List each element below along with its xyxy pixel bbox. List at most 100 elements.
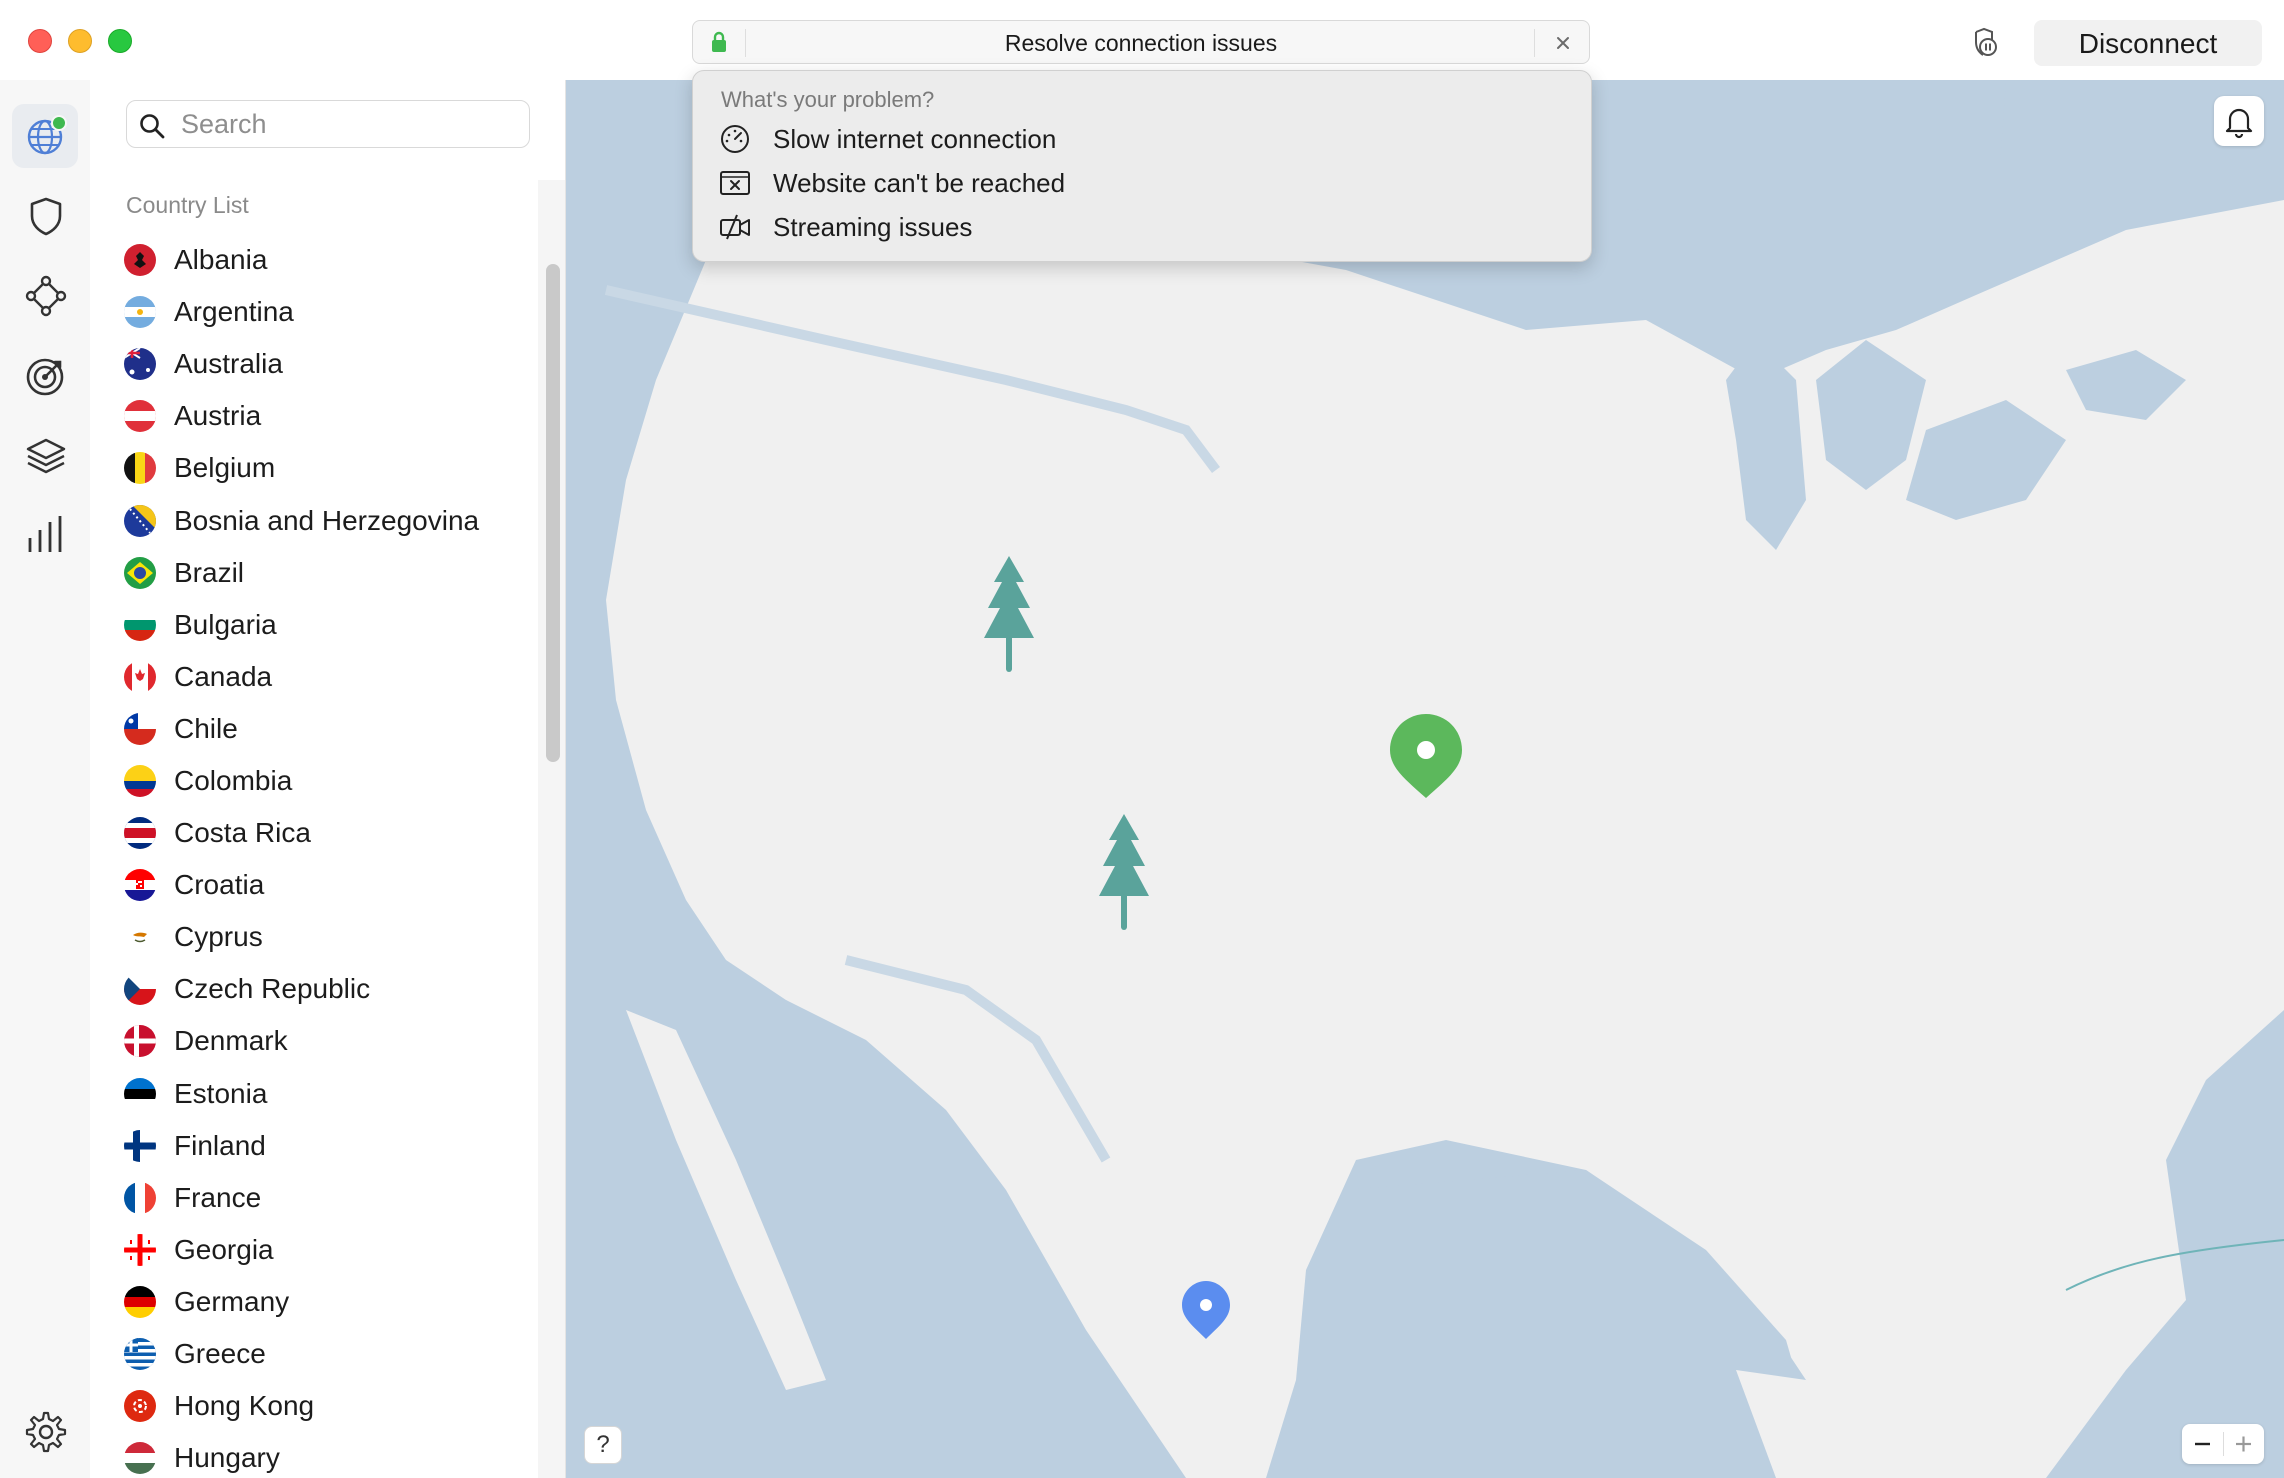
tree-icon xyxy=(984,556,1034,672)
nav-rail xyxy=(0,80,90,1478)
flag-australia-icon xyxy=(124,348,156,381)
notifications-button[interactable] xyxy=(2214,96,2264,146)
country-name: Denmark xyxy=(174,1025,288,1057)
speedometer-icon xyxy=(721,125,749,153)
country-item-finland[interactable]: Finland xyxy=(122,1120,522,1172)
country-item-denmark[interactable]: Denmark xyxy=(122,1015,522,1067)
country-name: Croatia xyxy=(174,869,265,901)
window-maximize-button[interactable] xyxy=(108,29,132,53)
country-name: Chile xyxy=(174,712,238,744)
flag-estonia-icon xyxy=(124,1077,156,1110)
layers-icon[interactable] xyxy=(24,434,68,478)
window-close-button[interactable] xyxy=(28,29,52,53)
flag-georgia-icon xyxy=(124,1233,156,1266)
country-name: Belgium xyxy=(174,452,276,484)
target-icon[interactable] xyxy=(24,354,68,398)
country-item-argentina[interactable]: Argentina xyxy=(122,286,522,338)
country-name: Finland xyxy=(174,1129,266,1161)
country-item-hong-kong[interactable]: Hong Kong xyxy=(122,1380,522,1432)
flag-costa-rica-icon xyxy=(124,817,156,850)
problem-heading: What's your problem? xyxy=(721,87,935,112)
country-item-bulgaria[interactable]: Bulgaria xyxy=(122,599,522,651)
problem-dropdown: What's your problem? Slow internet conne… xyxy=(692,70,1592,262)
map-view[interactable] xyxy=(566,80,2284,1478)
scrollbar-track[interactable] xyxy=(538,180,565,1478)
settings-icon[interactable] xyxy=(24,1410,68,1454)
globe-icon[interactable] xyxy=(24,114,68,158)
country-name: Brazil xyxy=(174,556,245,588)
country-item-estonia[interactable]: Estonia xyxy=(122,1068,522,1120)
country-item-colombia[interactable]: Colombia xyxy=(122,755,522,807)
country-item-costa-rica[interactable]: Costa Rica xyxy=(122,807,522,859)
country-name: Australia xyxy=(174,348,283,380)
flag-denmark-icon xyxy=(124,1025,156,1058)
resolve-connection-bar[interactable]: Resolve connection issues xyxy=(692,20,1590,64)
problem-label: Slow internet connection xyxy=(773,123,1057,154)
flag-canada-icon xyxy=(124,660,156,693)
flag-chile-icon xyxy=(124,712,156,745)
pause-protection-icon[interactable] xyxy=(1966,26,2000,60)
country-name: Greece xyxy=(174,1338,266,1370)
country-item-croatia[interactable]: Croatia xyxy=(122,859,522,911)
country-item-georgia[interactable]: Georgia xyxy=(122,1224,522,1276)
scrollbar-thumb[interactable] xyxy=(546,264,560,762)
country-item-germany[interactable]: Germany xyxy=(122,1276,522,1328)
country-name: Bosnia and Herzegovina xyxy=(174,504,480,536)
connected-location-pin-icon[interactable] xyxy=(1384,710,1468,804)
lock-icon xyxy=(712,31,726,52)
stats-icon[interactable] xyxy=(24,512,68,556)
country-list-heading: Country List xyxy=(126,192,249,218)
country-item-france[interactable]: France xyxy=(122,1172,522,1224)
zoom-in-button[interactable] xyxy=(2223,1424,2264,1464)
flag-brazil-icon xyxy=(124,556,156,589)
country-list: Albania Argentina Australia Austria Belg… xyxy=(122,234,522,1478)
country-item-czech[interactable]: Czech Republic xyxy=(122,963,522,1015)
flag-bulgaria-icon xyxy=(124,608,156,641)
zoom-out-button[interactable] xyxy=(2182,1424,2223,1464)
country-name: Germany xyxy=(174,1285,290,1317)
country-name: Hungary xyxy=(174,1442,280,1474)
country-name: Austria xyxy=(174,400,262,432)
flag-greece-icon xyxy=(124,1338,156,1371)
problem-label: Website can't be reached xyxy=(773,167,1066,198)
flag-bosnia-icon xyxy=(124,504,156,537)
flag-argentina-icon xyxy=(124,296,156,329)
close-icon[interactable] xyxy=(1551,31,1575,55)
country-item-austria[interactable]: Austria xyxy=(122,390,522,442)
country-item-hungary[interactable]: Hungary xyxy=(122,1432,522,1478)
problem-slow-connection[interactable]: Slow internet connection xyxy=(719,121,1559,157)
help-button[interactable]: ? xyxy=(584,1426,622,1464)
shield-icon[interactable] xyxy=(24,194,68,238)
problem-streaming[interactable]: Streaming issues xyxy=(719,209,1559,245)
server-location-pin-icon[interactable] xyxy=(1178,1278,1234,1344)
divider xyxy=(745,29,746,57)
country-item-brazil[interactable]: Brazil xyxy=(122,547,522,599)
country-name: Costa Rica xyxy=(174,817,311,849)
country-item-greece[interactable]: Greece xyxy=(122,1328,522,1380)
country-sidebar: Country List Albania Argentina Australia… xyxy=(90,80,566,1478)
flag-cyprus-icon xyxy=(124,921,156,954)
country-name: Colombia xyxy=(174,764,293,796)
search-input[interactable] xyxy=(179,105,519,143)
window-minimize-button[interactable] xyxy=(68,29,92,53)
flag-colombia-icon xyxy=(124,764,156,797)
country-item-australia[interactable]: Australia xyxy=(122,338,522,390)
flag-belgium-icon xyxy=(124,452,156,485)
disconnect-button[interactable]: Disconnect xyxy=(2034,20,2262,66)
country-name: Albania xyxy=(174,244,268,276)
flag-hungary-icon xyxy=(124,1442,156,1475)
country-name: Estonia xyxy=(174,1077,268,1109)
search-box[interactable] xyxy=(126,100,530,148)
country-item-cyprus[interactable]: Cyprus xyxy=(122,911,522,963)
country-name: Georgia xyxy=(174,1233,274,1265)
flag-albania-icon xyxy=(124,244,156,277)
meshnet-icon[interactable] xyxy=(24,274,68,318)
country-item-chile[interactable]: Chile xyxy=(122,703,522,755)
country-item-bosnia[interactable]: Bosnia and Herzegovina xyxy=(122,494,522,546)
country-item-albania[interactable]: Albania xyxy=(122,234,522,286)
tree-icon xyxy=(1099,814,1149,930)
country-item-belgium[interactable]: Belgium xyxy=(122,442,522,494)
country-item-canada[interactable]: Canada xyxy=(122,651,522,703)
video-off-icon xyxy=(720,214,750,240)
problem-website-unreachable[interactable]: Website can't be reached xyxy=(719,165,1559,201)
